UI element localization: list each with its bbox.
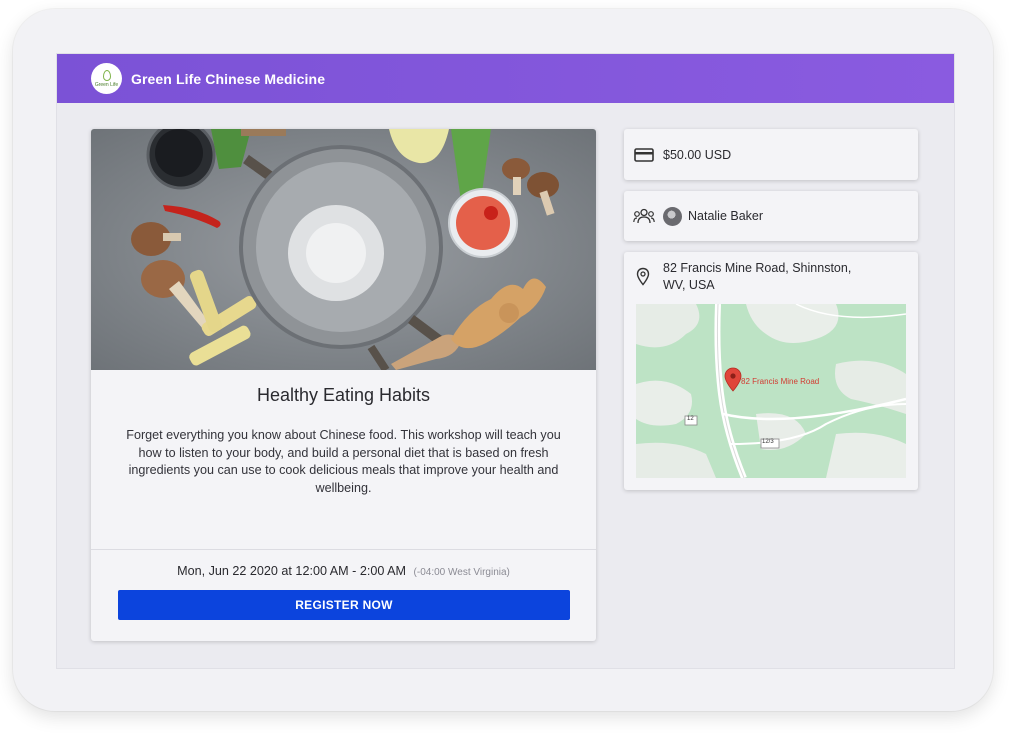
event-timezone: (-04:00 West Virginia) <box>413 567 510 578</box>
leaf-icon <box>102 69 111 81</box>
map-marker-label: 82 Francis Mine Road <box>741 377 820 386</box>
map-graphic <box>636 304 906 478</box>
register-now-button[interactable]: REGISTER NOW <box>118 590 570 620</box>
app-screen: Green Life Green Life Chinese Medicine H… <box>56 53 955 669</box>
event-card: Healthy Eating Habits Forget everything … <box>91 129 596 641</box>
host-name[interactable]: Natalie Baker <box>688 209 763 223</box>
host-avatar[interactable] <box>663 206 682 226</box>
credit-card-icon <box>634 147 654 162</box>
brand-logo[interactable]: Green Life <box>91 63 122 94</box>
address-line-2: WV, USA <box>663 278 715 292</box>
location-panel: 82 Francis Mine Road, Shinnston, WV, USA <box>624 252 918 490</box>
location-map[interactable]: 12 12/3 82 Francis Mine Road <box>636 304 906 478</box>
road-shield-12-3: 12/3 <box>762 439 774 445</box>
address-line-1: 82 Francis Mine Road, Shinnston, <box>663 261 852 275</box>
price-value: $50.00 USD <box>663 147 732 162</box>
brand-name[interactable]: Green Life Chinese Medicine <box>131 71 325 87</box>
card-divider <box>91 549 596 550</box>
event-description: Forget everything you know about Chinese… <box>126 428 561 495</box>
people-icon <box>633 208 655 224</box>
event-image <box>91 129 596 370</box>
host-panel: Natalie Baker <box>624 191 918 241</box>
event-datetime-row: Mon, Jun 22 2020 at 12:00 AM - 2:00 AM (… <box>91 564 596 578</box>
address-block: 82 Francis Mine Road, Shinnston, WV, USA <box>663 260 851 294</box>
road-shield-12: 12 <box>687 416 694 422</box>
logo-text: Green Life <box>94 81 119 88</box>
top-header: Green Life Green Life Chinese Medicine <box>57 54 954 103</box>
map-pin-icon <box>636 267 650 286</box>
event-title: Healthy Eating Habits <box>256 385 431 405</box>
cooking-ingredients-photo <box>131 129 559 370</box>
price-panel: $50.00 USD <box>624 129 918 180</box>
event-datetime: Mon, Jun 22 2020 at 12:00 AM - 2:00 AM <box>177 564 407 578</box>
